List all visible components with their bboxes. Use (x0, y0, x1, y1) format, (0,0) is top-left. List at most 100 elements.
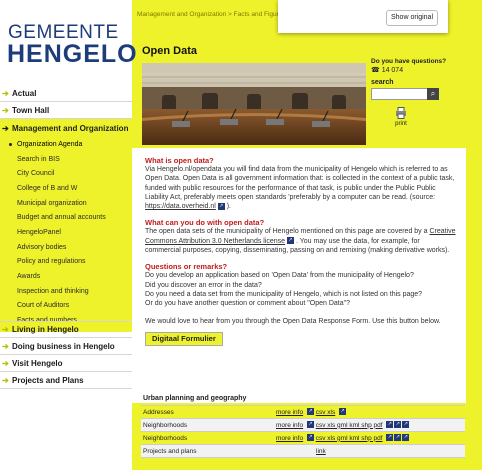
arrow-icon: ➔ (2, 325, 9, 334)
subnav-label: Court of Auditors (17, 302, 70, 310)
subnav-item[interactable]: Court of Auditors (0, 299, 132, 314)
external-link-icon: ↗ (339, 408, 347, 416)
nav-item-label: Projects and Plans (12, 375, 84, 385)
arrow-icon: ➔ (2, 358, 9, 368)
nav-item-label: Actual (12, 88, 37, 98)
external-link-icon: ↗ (217, 202, 225, 210)
more-info-link[interactable]: more info (276, 422, 303, 429)
format-links[interactable]: csv xls gml kml shp pdf (316, 422, 383, 429)
format-links[interactable]: csv xls gml kml shp pdf (316, 435, 383, 442)
form-intro: We would love to hear from you through t… (145, 317, 441, 325)
external-link-icon: ↗ (306, 408, 314, 416)
arrow-icon: ➔ (2, 375, 9, 385)
table-row: Addresses more info ↗ csv xls ↗ (141, 406, 465, 419)
external-link-icon: ↗ (306, 421, 314, 429)
external-link-icon: ↗ (306, 434, 314, 442)
nav-item-business[interactable]: ➔ Doing business in Hengelo (0, 338, 132, 355)
question-line: Do you develop an application based on '… (145, 272, 414, 280)
nav-item-projects[interactable]: ➔ Projects and Plans (0, 372, 132, 389)
subnav-item[interactable]: HengeloPanel (0, 225, 132, 240)
phone-number[interactable]: ☎ 14 074 (371, 66, 471, 74)
nav-item-label: Living in Hengelo (12, 325, 79, 334)
paragraph-text: ). (224, 203, 232, 211)
nav-item-label: Visit Hengelo (12, 358, 63, 368)
subnav-item[interactable]: College of B and W (0, 181, 132, 196)
external-link-icon: ↗ (386, 434, 394, 442)
format-links[interactable]: csv xls (316, 409, 336, 416)
row-links: more info ↗ csv xls gml kml shp pdf ↗ ↗ ↗ (276, 434, 465, 442)
nav-item-visit[interactable]: ➔ Visit Hengelo (0, 355, 132, 372)
subnav-item[interactable]: Search in BIS (0, 152, 132, 167)
paragraph-text: Via Hengelo.nl/opendata you will find da… (145, 166, 455, 201)
nav-item-label: Management and Organization (12, 124, 129, 133)
phone-text: 14 074 (381, 67, 404, 74)
subnav-item[interactable]: Organization Agenda (0, 137, 132, 152)
print-icon (396, 107, 406, 119)
row-links: more info ↗ csv xls gml kml shp pdf ↗ ↗ ↗ (276, 421, 465, 429)
bullet-icon (9, 143, 12, 146)
nav-item-living[interactable]: ➔ Living in Hengelo (0, 321, 132, 338)
nav-item-management[interactable]: ➔ Management and Organization (0, 119, 132, 137)
data-overheid-link[interactable]: https://data.overheid.nl (145, 203, 216, 210)
search-icon[interactable]: ⌕ (427, 88, 439, 100)
content-area: What is open data? Via Hengelo.nl/openda… (132, 148, 466, 403)
paragraph-what-is: Via Hengelo.nl/opendata you will find da… (145, 165, 456, 211)
subnav-label: Inspection and thinking (17, 287, 89, 295)
subnav-label: Awards (17, 273, 41, 281)
subnav-label: Advisory bodies (17, 243, 67, 251)
questions-label: Do you have questions? (371, 58, 447, 65)
row-name: Neighborhoods (143, 421, 188, 429)
subnav-item[interactable]: Advisory bodies (0, 240, 132, 255)
arrow-icon: ➔ (2, 124, 9, 133)
nav-item-town-hall[interactable]: ➔ Town Hall (0, 102, 132, 119)
question-line: Did you discover an error in the data? (145, 281, 262, 289)
print-button[interactable]: print (391, 107, 411, 127)
table-row: Neighborhoods more info ↗ csv xls gml km… (141, 432, 465, 445)
table-row: Neighborhoods more info ↗ csv xls gml km… (141, 419, 465, 432)
show-original-button[interactable]: Show original (386, 10, 438, 26)
logo-line-2: HENGELO (7, 40, 138, 68)
search-input[interactable]: ⌕ (371, 88, 439, 100)
external-link-icon: ↗ (287, 237, 295, 245)
hero-image (142, 63, 366, 145)
left-navigation: ➔ Actual ➔ Town Hall ➔ Management and Organ… (0, 85, 132, 332)
subnav-item[interactable]: Municipal organization (0, 196, 132, 211)
phone-icon: ☎ (371, 67, 380, 74)
question-line: Or do you have another question or comme… (145, 300, 350, 308)
external-link-icon: ↗ (394, 421, 402, 429)
subnav-label: College of B and W (17, 184, 78, 192)
paragraph-what-can: The open data sets of the municipality o… (145, 227, 456, 255)
digital-form-button[interactable]: Digitaal Formulier (145, 331, 223, 346)
external-link-icon: ↗ (394, 434, 402, 442)
row-name: Projects and plans (143, 447, 197, 455)
subnav-item[interactable]: Budget and annual accounts (0, 210, 132, 225)
subnav-item[interactable]: Inspection and thinking (0, 284, 132, 299)
heading-what-is: What is open data? (145, 156, 214, 165)
subnav-item[interactable]: Policy and regulations (0, 255, 132, 270)
subnav-item[interactable]: City Council (0, 166, 132, 181)
plans-link[interactable]: link (316, 448, 326, 455)
heading-questions: Questions or remarks? (145, 262, 228, 272)
more-info-link[interactable]: more info (276, 435, 303, 442)
nav-item-actual[interactable]: ➔ Actual (0, 85, 132, 102)
breadcrumb[interactable]: Management and Organization > Facts and … (137, 11, 286, 18)
arrow-icon: ➔ (2, 88, 9, 98)
more-info-link[interactable]: more info (276, 409, 303, 416)
row-links: more info ↗ csv xls ↗ (276, 408, 465, 416)
arrow-icon: ➔ (2, 341, 9, 351)
table-header: Urban planning and geography (141, 392, 465, 406)
external-link-icon: ↗ (402, 434, 410, 442)
search-label: search (371, 79, 394, 86)
subnav-label: Organization Agenda (17, 140, 83, 148)
heading-what-can: What can you do with open data? (145, 218, 265, 228)
nav-item-label: Town Hall (12, 105, 50, 115)
subnav-item[interactable]: Awards (0, 269, 132, 284)
question-line: Do you need a data set from the municipa… (145, 290, 423, 298)
subnav-label: Search in BIS (17, 155, 60, 163)
logo[interactable]: GEMEENTE HENGELO (0, 0, 137, 82)
external-link-icon: ↗ (402, 421, 410, 429)
data-table: Urban planning and geography Addresses m… (141, 392, 465, 458)
paragraph-text: The open data sets of the municipality o… (145, 228, 430, 236)
subnav: Organization Agenda Search in BIS City C… (0, 137, 132, 332)
table-row: Projects and plans link (141, 445, 465, 458)
